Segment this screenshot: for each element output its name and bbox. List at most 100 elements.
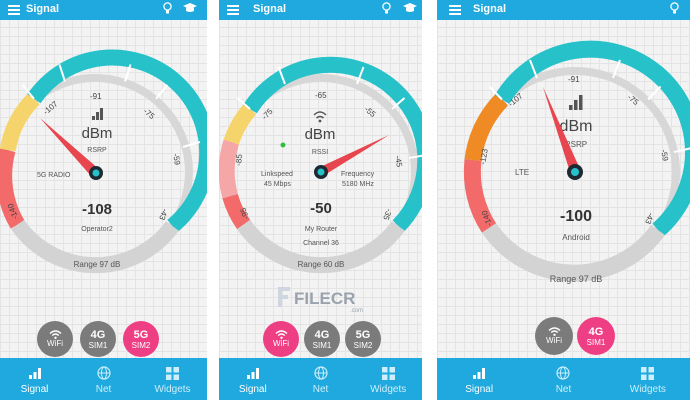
globe-icon: [96, 364, 111, 382]
sim1-label: SIM1: [88, 340, 108, 350]
wifi-button[interactable]: WiFi: [37, 321, 73, 357]
channel-label: Channel 36: [303, 240, 339, 247]
tick-label: -107: [42, 99, 60, 117]
network-type-label: 5G RADIO: [37, 172, 71, 179]
wifi-button[interactable]: WiFi: [535, 317, 573, 355]
signal-bars-icon: [472, 364, 486, 382]
bottom-nav: Signal Net Widgets: [219, 358, 422, 400]
sim2-label: SIM2: [131, 340, 151, 350]
tick-label: -45: [393, 155, 404, 168]
operator-name: Android: [562, 233, 590, 242]
wifi-button[interactable]: WiFi: [263, 321, 299, 357]
tick-label: -91: [568, 75, 580, 84]
gauge-segment-yellow: [0, 93, 40, 152]
range-label: Range 60 dB: [298, 260, 345, 269]
tick-label: -123: [478, 147, 490, 165]
tick-label: -75: [260, 106, 275, 121]
wifi-label: WiFi: [546, 336, 562, 345]
sim2-button[interactable]: 5G SIM2: [123, 321, 159, 357]
wifi-label: WiFi: [47, 339, 63, 348]
nav-signal[interactable]: Signal: [437, 358, 521, 400]
frequency-value: 5180 MHz: [342, 181, 374, 188]
nav-signal[interactable]: Signal: [0, 358, 69, 400]
gauge-segment-light-red: [219, 139, 239, 199]
operator-name: Operator2: [81, 226, 113, 233]
nav-signal[interactable]: Signal: [219, 358, 287, 400]
signal-bars-icon: [92, 108, 103, 120]
tick-label: -75: [142, 107, 157, 122]
tick-label: -91: [90, 92, 102, 101]
sim1-label: SIM1: [312, 340, 332, 350]
watermark-brand: FILECR: [294, 289, 355, 308]
sim2-button[interactable]: 5G SIM2: [345, 321, 381, 357]
nav-widgets[interactable]: Widgets: [138, 358, 207, 400]
wifi-icon: [49, 330, 61, 339]
tick-label: -59: [659, 149, 670, 162]
unit-label: dBm: [305, 126, 336, 143]
filecr-logo-icon: [278, 287, 290, 307]
tick-label: -35: [381, 207, 394, 221]
signal-bars-icon: [28, 364, 42, 382]
signal-screen-3: Signal -107 -91 -75 -59 -43 -140 -123 dB…: [437, 0, 690, 400]
range-label: Range 97 dB: [550, 274, 603, 284]
nav-label: Widgets: [629, 384, 666, 395]
wifi-label: WiFi: [273, 339, 289, 348]
sim2-label: SIM2: [353, 340, 373, 350]
nav-widgets[interactable]: Widgets: [606, 358, 690, 400]
sim1-button[interactable]: 4G SIM1: [80, 321, 116, 357]
metric-label: RSRP: [87, 147, 107, 154]
signal-bars-icon: [246, 364, 260, 382]
linkspeed-label: Linkspeed: [261, 171, 293, 178]
widgets-icon: [166, 364, 179, 382]
nav-label: Signal: [238, 384, 267, 395]
sim2-tech: 5G: [355, 328, 371, 341]
globe-icon: [313, 364, 328, 382]
sim1-tech: 4G: [588, 325, 604, 338]
sim1-tech: 4G: [314, 328, 330, 341]
nav-label: Net: [95, 384, 112, 395]
gauge-segment-yellow: [223, 103, 257, 145]
widgets-icon: [641, 364, 655, 382]
sim1-button[interactable]: 4G SIM1: [577, 317, 615, 355]
nav-net[interactable]: Net: [287, 358, 355, 400]
signal-value: -108: [82, 201, 112, 218]
wifi-icon: [275, 330, 287, 339]
signal-bars-icon: [569, 95, 583, 110]
nav-label: Widgets: [154, 384, 191, 395]
signal-value: -100: [560, 208, 592, 225]
sim1-button[interactable]: 4G SIM1: [304, 321, 340, 357]
bottom-nav: Signal Net Widgets: [0, 358, 207, 400]
nav-label: Net: [312, 384, 329, 395]
nav-net[interactable]: Net: [69, 358, 138, 400]
tick-label: -55: [363, 105, 378, 120]
linkspeed-value: 45 Mbps: [264, 181, 291, 188]
sim1-tech: 4G: [90, 328, 106, 341]
globe-icon: [556, 364, 571, 382]
nav-widgets[interactable]: Widgets: [354, 358, 422, 400]
wifi-icon: [548, 327, 560, 336]
nav-label: Signal: [465, 384, 494, 395]
sim2-tech: 5G: [133, 328, 149, 341]
unit-label: dBm: [82, 125, 113, 142]
tick-label: -85: [234, 153, 244, 166]
nav-label: Widgets: [370, 384, 407, 395]
network-type-label: LTE: [515, 168, 529, 177]
signal-value: -50: [310, 200, 332, 217]
signal-screen-2: Signal -75 -65 -55 -45 -35 -85 -95 dBm R…: [219, 0, 422, 400]
status-dot: [280, 142, 286, 148]
widgets-icon: [381, 364, 395, 382]
filecr-watermark: FILECR .com: [278, 287, 363, 314]
nav-label: Net: [555, 384, 572, 395]
range-label: Range 97 dB: [74, 260, 121, 269]
metric-label: RSSI: [312, 149, 328, 156]
tick-label: -59: [171, 153, 182, 166]
gauge-segment-teal: [243, 56, 422, 232]
tick-label: -65: [315, 91, 327, 100]
signal-screen-1: Signal -107 -91 -75 -59 -43 -140 dBm RSR…: [0, 0, 207, 400]
nav-label: Signal: [20, 384, 49, 395]
network-name: My Router: [305, 226, 338, 233]
nav-net[interactable]: Net: [521, 358, 605, 400]
unit-label: dBm: [560, 118, 593, 135]
bottom-nav: Signal Net Widgets: [437, 358, 690, 400]
frequency-label: Frequency: [341, 171, 375, 178]
